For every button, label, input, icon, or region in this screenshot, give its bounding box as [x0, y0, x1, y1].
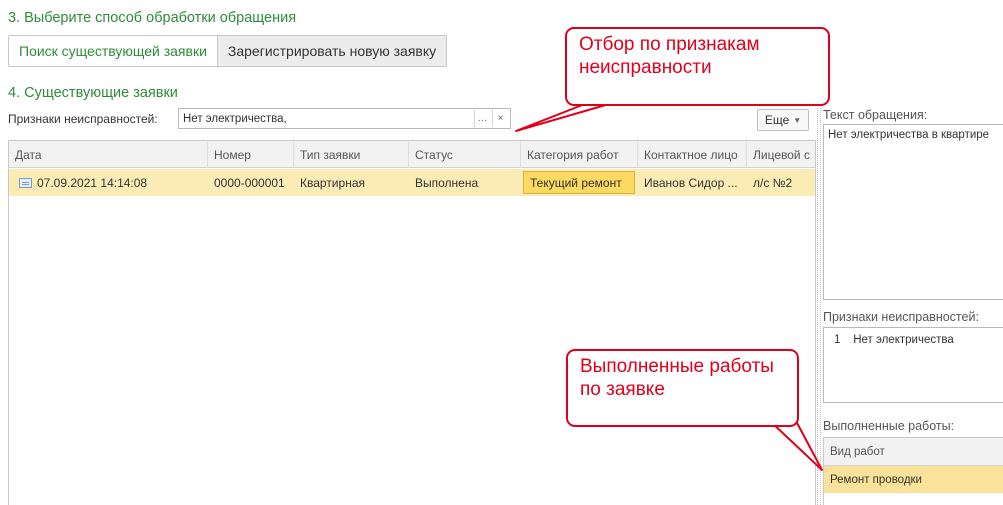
- list-item-number: 1: [834, 334, 841, 346]
- column-header-type[interactable]: Тип заявки: [294, 141, 409, 168]
- works-callout: Выполненные работы по заявке: [566, 349, 799, 427]
- works-row[interactable]: Ремонт проводки: [824, 466, 1003, 493]
- works-column-header[interactable]: Вид работ: [824, 438, 1003, 466]
- column-header-number[interactable]: Номер: [208, 141, 294, 168]
- cell-category[interactable]: Текущий ремонт: [523, 171, 635, 194]
- processing-mode-tabs: Поиск существующей заявки Зарегистрирова…: [8, 35, 448, 67]
- table-row[interactable]: 07.09.2021 14:14:08 0000-000001 Квартирн…: [9, 169, 815, 196]
- tab-search-existing[interactable]: Поиск существующей заявки: [9, 36, 218, 66]
- faults-filter-field[interactable]: Нет электричества, … ×: [178, 108, 511, 129]
- section-4-title: 4. Существующие заявки: [8, 85, 178, 101]
- filter-label: Признаки неисправностей:: [8, 112, 158, 126]
- section-3-title: 3. Выберите способ обработки обращения: [8, 10, 297, 26]
- panel-splitter[interactable]: [817, 108, 821, 505]
- requests-table[interactable]: Дата Номер Тип заявки Статус Категория р…: [8, 140, 816, 505]
- cell-number: 0000-000001: [214, 175, 285, 190]
- faults-label: Признаки неисправностей:: [823, 310, 979, 324]
- column-header-category[interactable]: Категория работ: [521, 141, 638, 168]
- table-header: Дата Номер Тип заявки Статус Категория р…: [9, 141, 815, 168]
- request-text-field[interactable]: Нет электричества в квартире: [823, 124, 1003, 300]
- column-header-status[interactable]: Статус: [409, 141, 521, 168]
- filter-callout: Отбор по признакам неисправности: [565, 27, 830, 106]
- filter-callout-pointer: [515, 101, 617, 132]
- faults-filter-value[interactable]: Нет электричества,: [179, 113, 474, 125]
- tab-register-new[interactable]: Зарегистрировать новую заявку: [217, 36, 447, 66]
- cell-type: Квартирная: [300, 175, 365, 190]
- more-button-label: Еще: [764, 113, 790, 127]
- cell-contact: Иванов Сидор ...: [644, 175, 738, 190]
- works-label: Выполненные работы:: [823, 419, 955, 433]
- more-button[interactable]: Еще ▼: [757, 109, 809, 131]
- works-table[interactable]: Вид работ Ремонт проводки: [823, 437, 1003, 505]
- cell-account: л/с №2: [753, 175, 793, 190]
- request-text-label: Текст обращения:: [823, 108, 928, 122]
- cell-date-text: 07.09.2021 14:14:08: [37, 175, 148, 190]
- column-header-date[interactable]: Дата: [9, 141, 208, 168]
- cell-status: Выполнена: [415, 175, 479, 190]
- column-header-contact[interactable]: Контактное лицо: [638, 141, 747, 168]
- column-header-account[interactable]: Лицевой с: [747, 141, 815, 168]
- caret-down-icon: ▼: [793, 115, 802, 125]
- faults-list[interactable]: 1 Нет электричества: [823, 327, 1003, 403]
- list-item[interactable]: 1 Нет электричества: [824, 328, 1003, 346]
- list-item-label: Нет электричества: [853, 334, 954, 346]
- clear-icon[interactable]: ×: [492, 110, 508, 127]
- cell-date: 07.09.2021 14:14:08: [9, 169, 208, 196]
- document-icon: [19, 177, 32, 188]
- select-ellipsis-icon[interactable]: …: [474, 110, 490, 127]
